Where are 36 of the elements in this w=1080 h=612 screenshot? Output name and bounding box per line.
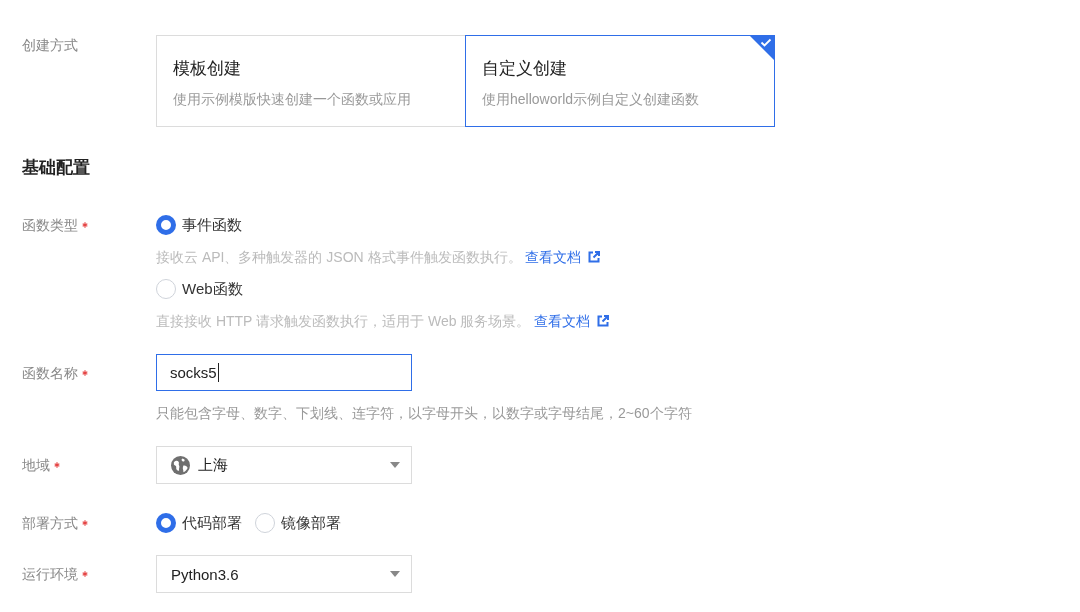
- globe-icon: [171, 455, 190, 475]
- caret-down-icon: [390, 462, 400, 468]
- doc-link[interactable]: 查看文档: [534, 311, 610, 331]
- radio-option[interactable]: Web函数: [156, 275, 243, 303]
- field-label: 部署方式: [22, 514, 78, 533]
- field-label: 函数类型: [22, 216, 78, 235]
- radio-selected-icon[interactable]: [156, 513, 176, 533]
- field-label: 地域: [22, 456, 50, 475]
- field-hint: 只能包含字母、数字、下划线、连字符，以字母开头，以数字或字母结尾，2~60个字符: [156, 404, 692, 423]
- external-link-icon: [597, 315, 610, 327]
- radio-empty-icon[interactable]: [255, 513, 275, 533]
- dropdown[interactable]: 上海: [156, 446, 412, 484]
- option-card[interactable]: 模板创建 使用示例模版快速创建一个函数或应用: [156, 35, 466, 127]
- card-title: 自定义创建: [482, 58, 568, 80]
- card-description: 使用helloworld示例自定义创建函数: [482, 90, 701, 109]
- radio-option[interactable]: 镜像部署: [255, 509, 341, 537]
- check-corner-icon: [750, 36, 774, 60]
- radio-option[interactable]: 代码部署: [156, 509, 242, 537]
- radio-option[interactable]: 事件函数: [156, 211, 242, 239]
- caret-down-icon: [390, 571, 400, 577]
- field-label: 函数名称: [22, 363, 78, 383]
- text-input[interactable]: socks5: [156, 354, 412, 391]
- card-description: 使用示例模版快速创建一个函数或应用: [173, 90, 412, 109]
- radio-selected-icon[interactable]: [156, 215, 176, 235]
- field-label: 创建方式: [22, 36, 79, 55]
- option-description: 接收云 API、多种触发器的 JSON 格式事件触发函数执行。 查看文档: [156, 247, 610, 267]
- option-description: 直接接收 HTTP 请求触发函数执行，适用于 Web 服务场景。 查看文档: [156, 311, 610, 331]
- option-card[interactable]: 自定义创建 使用helloworld示例自定义创建函数: [465, 35, 775, 127]
- text-cursor-icon: [217, 363, 219, 382]
- dropdown[interactable]: Python3.6: [156, 555, 412, 593]
- doc-link[interactable]: 查看文档: [525, 247, 601, 267]
- radio-empty-icon[interactable]: [156, 279, 176, 299]
- external-link-icon: [588, 251, 601, 263]
- card-title: 模板创建: [173, 58, 242, 80]
- section-title: 基础配置: [22, 157, 90, 179]
- field-label: 运行环境: [22, 565, 78, 584]
